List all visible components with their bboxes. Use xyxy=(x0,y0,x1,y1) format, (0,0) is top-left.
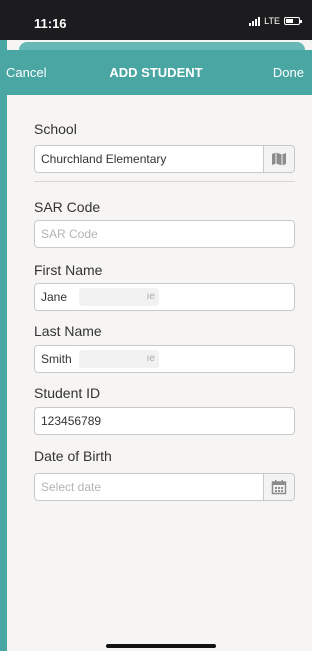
date-of-birth-field[interactable]: Select date xyxy=(34,473,295,501)
battery-icon xyxy=(284,17,302,25)
page-title: ADD STUDENT xyxy=(109,65,203,80)
status-indicators: LTE xyxy=(249,16,302,26)
add-student-form: School Churchland Elementary SAR Code SA… xyxy=(7,95,312,651)
date-of-birth-placeholder: Select date xyxy=(41,480,102,494)
first-name-label: First Name xyxy=(34,262,103,278)
status-time: 11:16 xyxy=(34,16,67,31)
last-name-value: Smith xyxy=(41,352,72,366)
school-value: Churchland Elementary xyxy=(41,152,167,166)
section-divider xyxy=(34,181,295,182)
student-id-value: 123456789 xyxy=(41,414,102,428)
last-name-label: Last Name xyxy=(34,323,102,339)
sar-code-placeholder: SAR Code xyxy=(41,227,98,241)
map-icon[interactable] xyxy=(263,146,294,172)
signal-icon xyxy=(249,16,261,26)
home-indicator[interactable] xyxy=(106,644,216,648)
last-name-field[interactable]: Smith ıe xyxy=(34,345,295,373)
sar-code-label: SAR Code xyxy=(34,199,101,215)
left-accent-bar xyxy=(0,95,7,651)
network-type: LTE xyxy=(264,16,280,26)
school-label: School xyxy=(34,121,77,137)
school-select[interactable]: Churchland Elementary xyxy=(34,145,295,173)
sar-code-field[interactable]: SAR Code xyxy=(34,220,295,248)
first-name-field[interactable]: Jane ıe xyxy=(34,283,295,311)
first-name-value: Jane xyxy=(41,290,68,304)
date-of-birth-label: Date of Birth xyxy=(34,448,112,464)
status-bar: 11:16 LTE xyxy=(0,0,312,40)
done-button[interactable]: Done xyxy=(273,65,304,80)
student-id-field[interactable]: 123456789 xyxy=(34,407,295,435)
student-id-label: Student ID xyxy=(34,385,101,401)
calendar-icon[interactable] xyxy=(263,474,294,500)
obscured-text: ıe xyxy=(79,350,159,368)
nav-bar: Cancel ADD STUDENT Done xyxy=(0,50,312,95)
obscured-text: ıe xyxy=(79,288,159,306)
